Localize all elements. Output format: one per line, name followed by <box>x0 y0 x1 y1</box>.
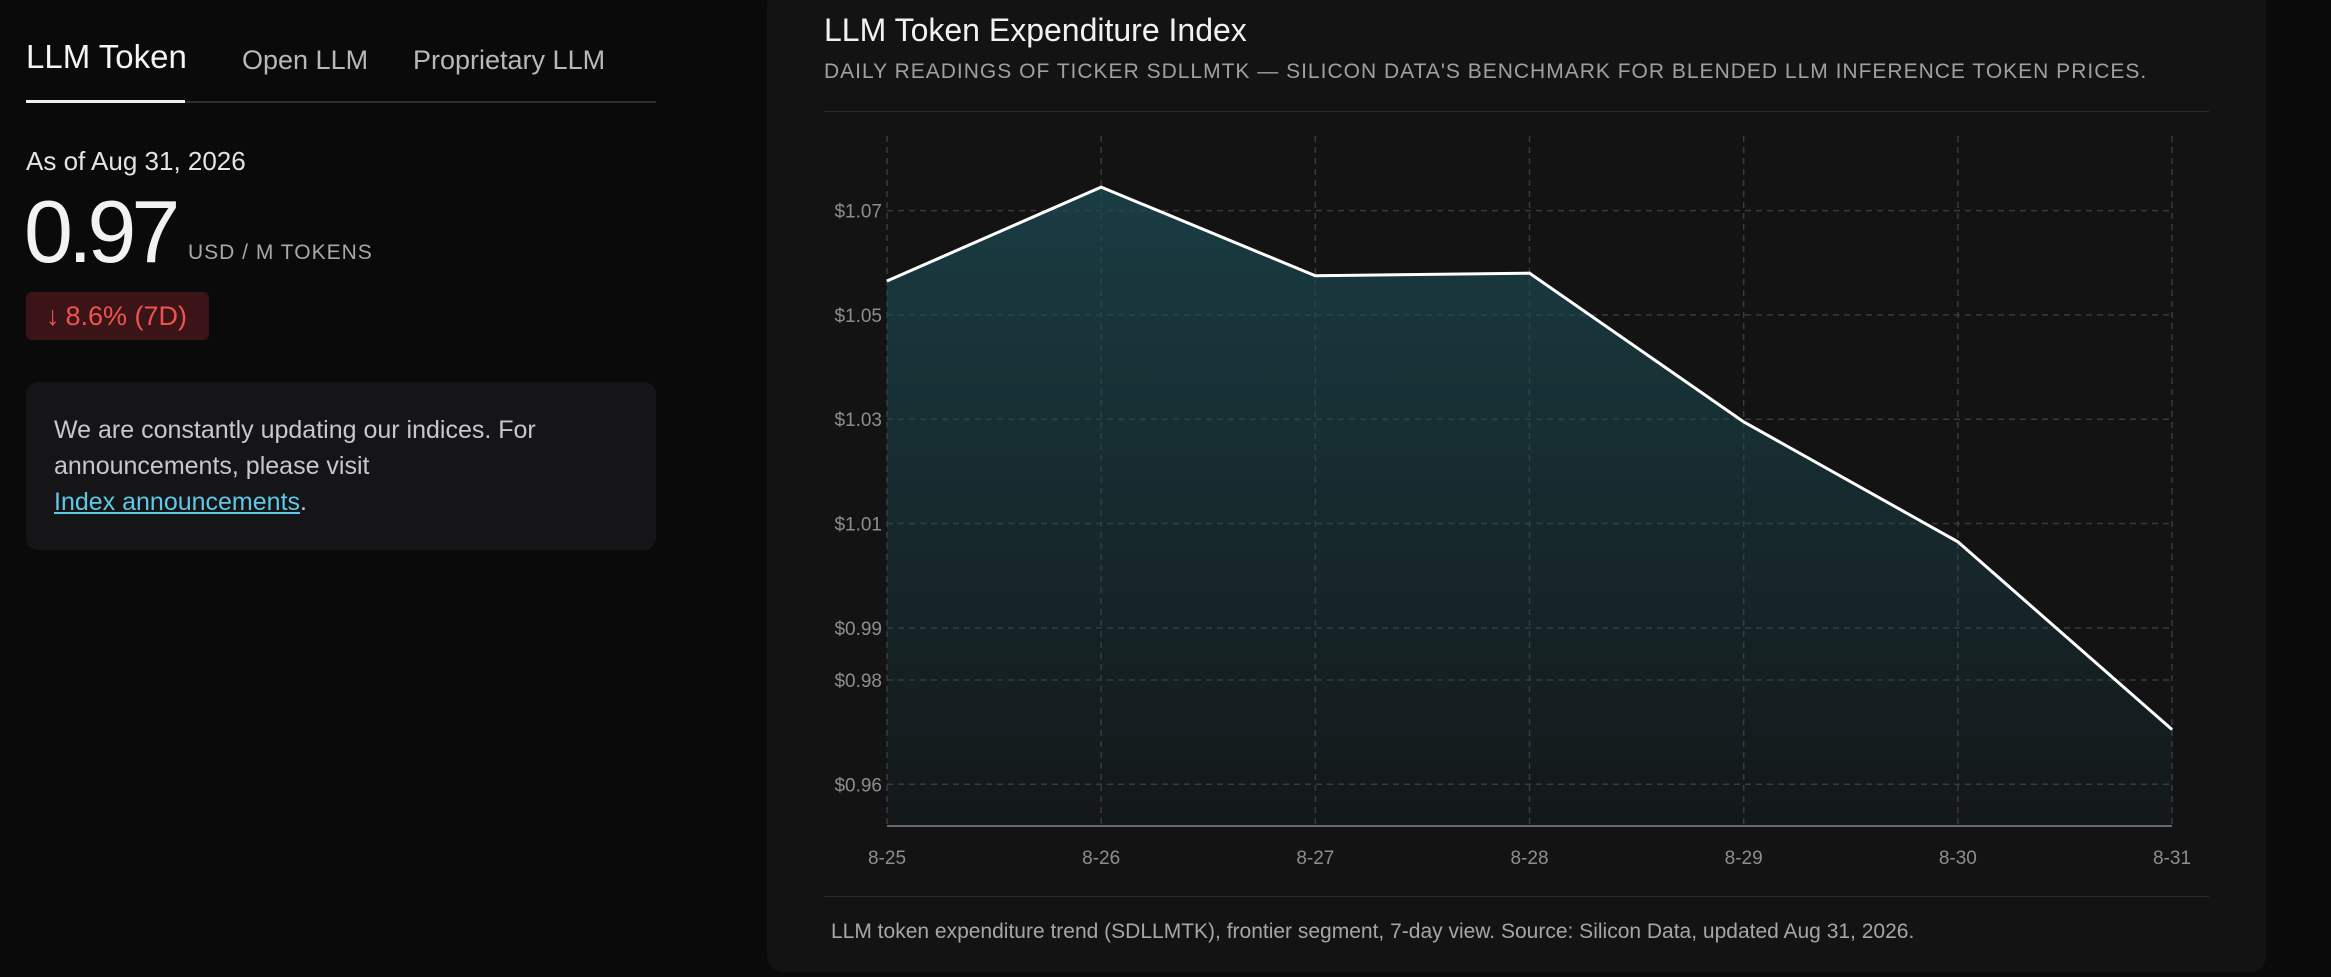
notice-link-line: Index announcements. <box>54 488 628 517</box>
y-tick-label: $0.98 <box>834 671 882 692</box>
area-fill <box>887 187 2172 827</box>
y-tick-label: $1.05 <box>834 306 882 327</box>
data-point <box>1529 272 1530 274</box>
data-point <box>1314 275 1316 277</box>
y-tick-label: $1.03 <box>834 410 882 431</box>
tab-proprietary-llm[interactable]: Proprietary LLM <box>413 45 605 76</box>
index-tabs: LLM Token Open LLM Proprietary LLM <box>26 0 656 103</box>
x-tick-label: 8-25 <box>868 848 906 869</box>
index-value: 0.97 <box>24 182 180 281</box>
y-tick-label: $1.07 <box>834 202 882 223</box>
data-point <box>1743 421 1745 423</box>
x-tick-label: 8-28 <box>1510 848 1548 869</box>
chart-card: LLM Token Expenditure Index DAILY READIN… <box>767 0 2266 972</box>
x-tick-label: 8-26 <box>1082 848 1120 869</box>
x-tick-label: 8-27 <box>1296 848 1334 869</box>
y-tick-label: $1.01 <box>834 515 882 536</box>
tab-open-llm[interactable]: Open LLM <box>242 45 368 76</box>
x-tick-label: 8-29 <box>1725 848 1763 869</box>
data-point <box>1100 186 1102 188</box>
y-tick-label: $0.99 <box>834 619 882 640</box>
tab-llm-token[interactable]: LLM Token <box>26 38 187 76</box>
notice-text: We are constantly updating our indices. … <box>54 416 536 480</box>
divider <box>824 896 2209 897</box>
data-point <box>886 280 888 282</box>
change-value: 8.6% (7D) <box>65 301 188 331</box>
data-point <box>1957 541 1959 543</box>
data-point <box>2171 729 2173 731</box>
index-unit: USD / M TOKENS <box>188 241 373 264</box>
x-tick-label: 8-31 <box>2153 848 2191 869</box>
announcement-notice: We are constantly updating our indices. … <box>26 382 656 550</box>
notice-suffix: . <box>300 488 307 516</box>
x-tick-label: 8-30 <box>1939 848 1977 869</box>
as-of-date: As of Aug 31, 2026 <box>26 146 246 176</box>
chart-caption: LLM token expenditure trend (SDLLMTK), f… <box>831 920 1915 943</box>
index-announcements-link[interactable]: Index announcements <box>54 488 300 516</box>
change-badge: ↓ 8.6% (7D) <box>26 292 210 340</box>
y-tick-label: $0.96 <box>834 775 882 796</box>
chart-svg: $0.96 $0.98 $0.99 $1.01 $1.03 $1.05 $1.07 8-25 8… <box>834 136 2191 869</box>
down-arrow-icon: ↓ <box>46 301 60 331</box>
active-tab-indicator <box>26 100 185 103</box>
left-panel: LLM Token Open LLM Proprietary LLM As of… <box>24 0 656 550</box>
